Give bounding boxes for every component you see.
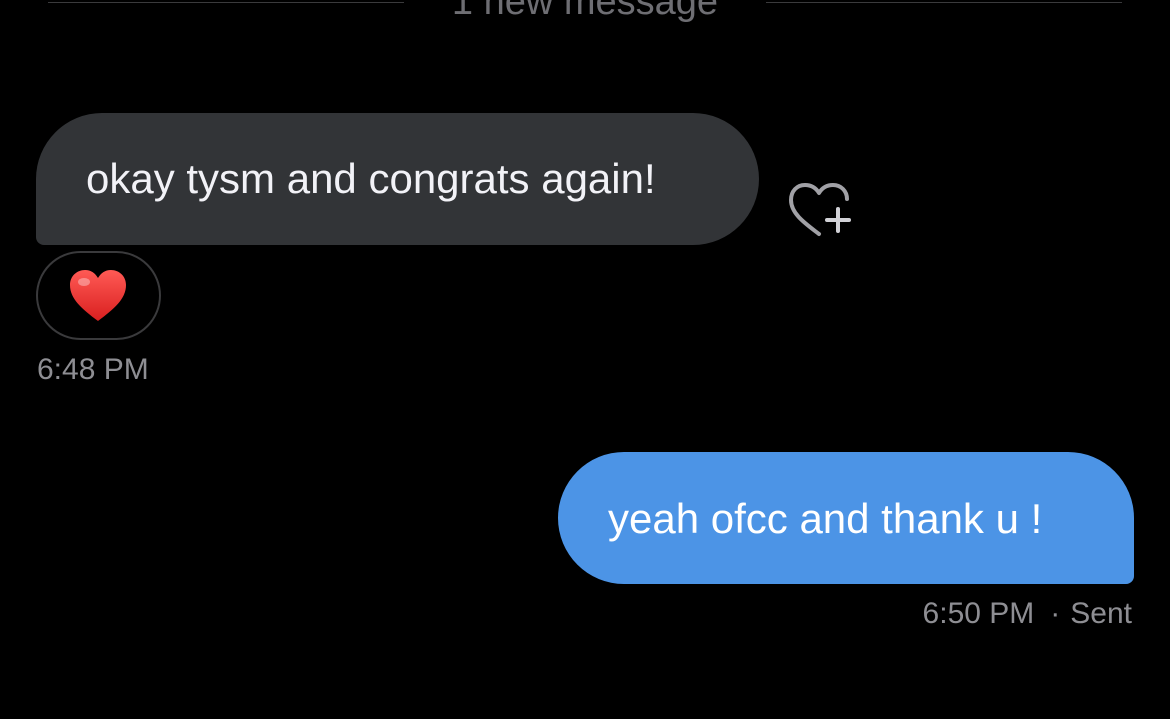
new-message-divider: 1 new message: [48, 0, 1122, 28]
outgoing-meta: 6:50 PM · Sent: [923, 596, 1132, 632]
divider-line-right: [766, 2, 1122, 3]
incoming-timestamp: 6:48 PM: [37, 353, 149, 386]
new-message-label: 1 new message: [451, 0, 719, 23]
sent-status: Sent: [1070, 597, 1132, 630]
heart-plus-icon[interactable]: [786, 180, 856, 242]
red-heart-emoji-icon: [70, 270, 126, 321]
outgoing-timestamp: 6:50 PM: [922, 597, 1035, 630]
reaction-pill[interactable]: [36, 251, 161, 340]
outgoing-message-text: yeah ofcc and thank u !: [608, 495, 1043, 542]
meta-separator: ·: [1050, 597, 1061, 630]
divider-line-left: [48, 2, 404, 3]
incoming-message-bubble[interactable]: okay tysm and congrats again!: [36, 113, 759, 245]
outgoing-message-bubble[interactable]: yeah ofcc and thank u !: [558, 452, 1134, 584]
incoming-message-text: okay tysm and congrats again!: [86, 155, 656, 202]
